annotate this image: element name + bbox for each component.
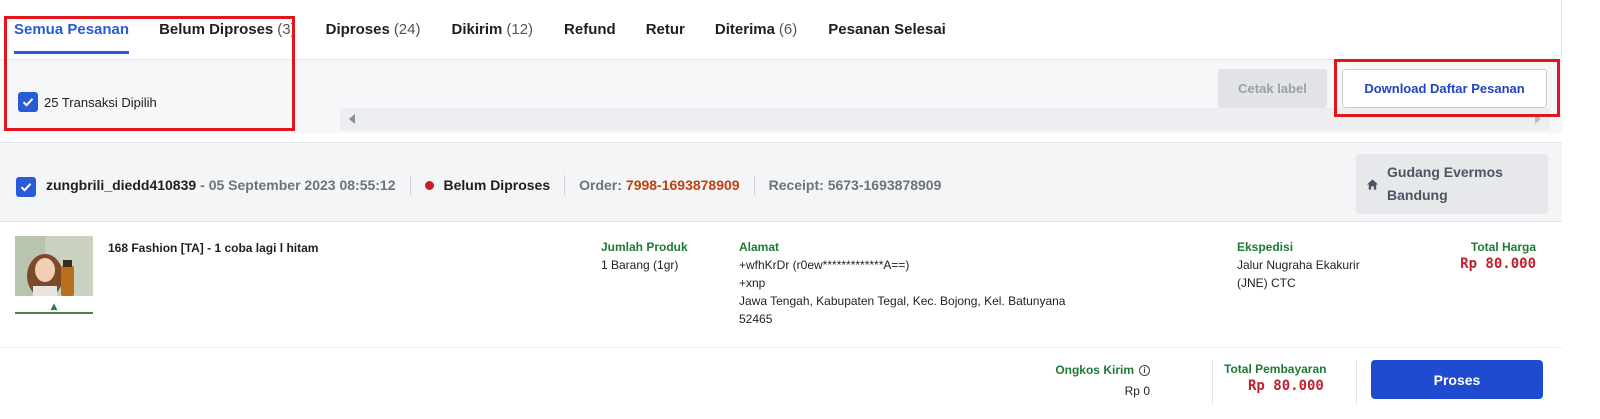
tab-label: Semua Pesanan [14, 21, 130, 38]
product-photo-icon: ▲ [15, 236, 93, 314]
order-meta: zungbrili_diedd410839 - 05 September 202… [46, 175, 941, 195]
tab-label: Refund [564, 21, 616, 38]
bulk-action-bar: 25 Transaksi Dipilih Cetak label Downloa… [0, 60, 1562, 132]
divider [753, 175, 755, 195]
divider [1212, 360, 1213, 404]
courier-label: Ekspedisi [1237, 240, 1294, 254]
tab-diproses[interactable]: Diproses (24) [326, 0, 421, 60]
tab-diterima[interactable]: Diterima (6) [715, 0, 797, 60]
address-line: +xnp [739, 276, 766, 290]
address-column: Alamat +wfhKrDr (r0ew*************A==) +… [739, 240, 1119, 328]
total-price-value: Rp 80.000 [1460, 256, 1536, 272]
tab-retur[interactable]: Retur [646, 0, 685, 60]
address-line: 52465 [739, 312, 773, 326]
product-name[interactable]: 168 Fashion [TA] - 1 coba lagi l hitam [108, 241, 318, 255]
tab-refund[interactable]: Refund [564, 0, 616, 60]
tab-label: Diterima [714, 21, 775, 38]
courier-line: Jalur Nugraha Ekakurir [1237, 258, 1360, 272]
order-status: Belum Diproses [443, 177, 551, 193]
svg-text:▲: ▲ [51, 302, 58, 312]
scroll-left-arrow-icon[interactable] [349, 114, 355, 124]
order-date: - 05 September 2023 08:55:12 [200, 177, 396, 193]
tab-pesanan-selesai[interactable]: Pesanan Selesai [828, 0, 946, 60]
divider [409, 175, 411, 195]
quantity-value: 1 Barang (1gr) [601, 258, 679, 272]
order-footer: Ongkos Kirim i Rp 0 Total Pembayaran Rp 8… [0, 348, 1562, 419]
orders-toolbar-card: Semua Pesanan Belum Diproses (3) Diproses… [0, 0, 1562, 132]
tab-count: (12) [506, 21, 534, 38]
total-payment-label: Total Pembayaran [1224, 362, 1327, 376]
check-icon [20, 183, 32, 192]
tab-dikirim[interactable]: Dikirim (12) [452, 0, 534, 60]
total-price-label: Total Harga [1470, 240, 1536, 254]
order-header: zungbrili_diedd410839 - 05 September 202… [0, 142, 1562, 222]
tab-count: (24) [393, 21, 421, 38]
selected-count-label: 25 Transaksi Dipilih [44, 94, 157, 110]
bulk-selection: 25 Transaksi Dipilih [18, 92, 157, 112]
total-price-column: Total Harga Rp 80.000 [1460, 240, 1536, 272]
address-label: Alamat [739, 240, 780, 254]
divider [1356, 360, 1357, 404]
tab-label: Retur [645, 21, 685, 38]
download-orders-button[interactable]: Download Daftar Pesanan [1342, 69, 1547, 108]
product-image[interactable]: ▲ [15, 236, 93, 314]
quantity-label: Jumlah Produk [601, 240, 688, 254]
check-icon [22, 98, 34, 107]
total-payment-value: Rp 80.000 [1248, 378, 1324, 394]
tab-label: Pesanan Selesai [828, 21, 946, 38]
shipping-cost: Ongkos Kirim i Rp 0 [1055, 361, 1150, 400]
tab-label: Belum Diproses [159, 21, 274, 38]
address-line: +wfhKrDr (r0ew*************A==) [739, 258, 910, 272]
home-icon [1366, 178, 1379, 190]
receipt-id: Receipt: 5673-1693878909 [768, 177, 942, 193]
quantity-column: Jumlah Produk 1 Barang (1gr) [601, 240, 688, 274]
buyer-username: zungbrili_diedd410839 [46, 177, 197, 193]
order-details: ▲ 168 Fashion [TA] - 1 coba lagi l hitam… [0, 222, 1562, 348]
divider [564, 175, 566, 195]
scroll-right-arrow-icon[interactable] [1535, 114, 1541, 124]
total-payment: Total Pembayaran Rp 80.000 [1224, 362, 1326, 394]
print-label-button[interactable]: Cetak label [1218, 69, 1327, 108]
shipping-cost-label: Ongkos Kirim [1055, 363, 1134, 377]
select-all-checkbox[interactable] [18, 92, 38, 112]
info-icon[interactable]: i [1139, 365, 1150, 376]
status-dot-icon [424, 180, 434, 190]
process-order-button[interactable]: Proses [1371, 360, 1543, 399]
tab-count: (6) [778, 21, 798, 38]
tab-count: (3) [277, 21, 296, 38]
address-line: Jawa Tengah, Kabupaten Tegal, Kec. Bojon… [739, 294, 1066, 308]
order-id-label: Order: [579, 177, 622, 193]
warehouse-name: Gudang Evermos Bandung [1387, 164, 1503, 203]
tab-label: Diproses [325, 21, 390, 38]
courier-line: (JNE) CTC [1237, 276, 1296, 290]
tab-belum-diproses[interactable]: Belum Diproses (3) [159, 0, 296, 60]
order-id[interactable]: 7998-1693878909 [626, 177, 740, 193]
shipping-cost-value: Rp 0 [1124, 384, 1150, 398]
courier-column: Ekspedisi Jalur Nugraha Ekakurir (JNE) C… [1237, 240, 1397, 292]
tab-label: Dikirim [451, 21, 503, 38]
order-status-tabs: Semua Pesanan Belum Diproses (3) Diproses… [0, 0, 1562, 60]
tab-semua-pesanan[interactable]: Semua Pesanan [14, 0, 130, 60]
horizontal-scrollbar[interactable] [340, 108, 1550, 130]
order-checkbox[interactable] [16, 177, 36, 197]
warehouse-badge: Gudang Evermos Bandung [1356, 154, 1548, 214]
